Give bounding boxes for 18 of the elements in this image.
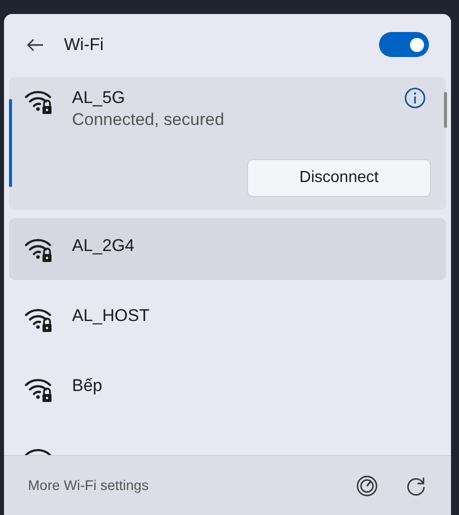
network-item[interactable]: Bếp: [9, 358, 446, 420]
network-item[interactable]: AL_5G Connected, secured Disconnect: [9, 77, 446, 210]
network-name: AL_HOST: [72, 305, 150, 327]
wifi-toggle[interactable]: [379, 32, 429, 57]
network-status: Connected, secured: [72, 109, 224, 131]
network-item[interactable]: AL_HOST: [9, 288, 446, 350]
network-name: Bếp: [72, 375, 102, 397]
speedometer-icon[interactable]: [356, 474, 378, 496]
more-settings-link[interactable]: More Wi-Fi settings: [28, 475, 149, 496]
network-item[interactable]: AL_2G4: [9, 218, 446, 280]
network-name: AL_5G: [72, 87, 126, 109]
back-arrow-icon[interactable]: [26, 38, 44, 52]
info-icon[interactable]: [404, 87, 426, 109]
network-name: AL_2G4: [72, 235, 134, 257]
disconnect-button[interactable]: Disconnect: [247, 159, 431, 197]
panel-title: Wi-Fi: [64, 34, 104, 56]
refresh-icon[interactable]: [405, 474, 427, 496]
scrollbar-thumb[interactable]: [444, 92, 447, 128]
